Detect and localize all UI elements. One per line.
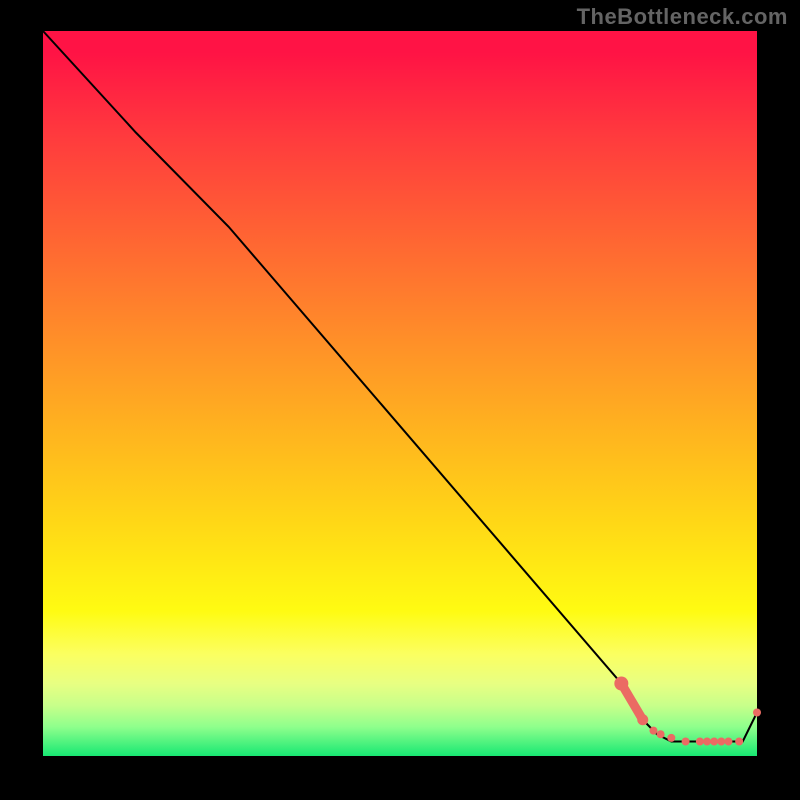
data-point xyxy=(703,738,711,746)
data-point xyxy=(682,738,690,746)
data-point xyxy=(649,727,657,735)
marker-layer xyxy=(614,677,761,746)
watermark-text: TheBottleneck.com xyxy=(577,4,788,30)
data-point xyxy=(614,677,628,691)
chart-frame: TheBottleneck.com xyxy=(0,0,800,800)
data-point xyxy=(696,738,704,746)
data-point xyxy=(637,714,648,725)
data-point xyxy=(717,738,725,746)
data-point xyxy=(735,738,743,746)
data-point xyxy=(667,734,675,742)
data-point xyxy=(724,738,732,746)
curve-layer xyxy=(43,31,757,742)
data-point xyxy=(753,709,761,717)
chart-overlay xyxy=(43,31,757,756)
data-point xyxy=(710,738,718,746)
bottleneck-curve xyxy=(43,31,757,742)
data-point xyxy=(657,730,665,738)
